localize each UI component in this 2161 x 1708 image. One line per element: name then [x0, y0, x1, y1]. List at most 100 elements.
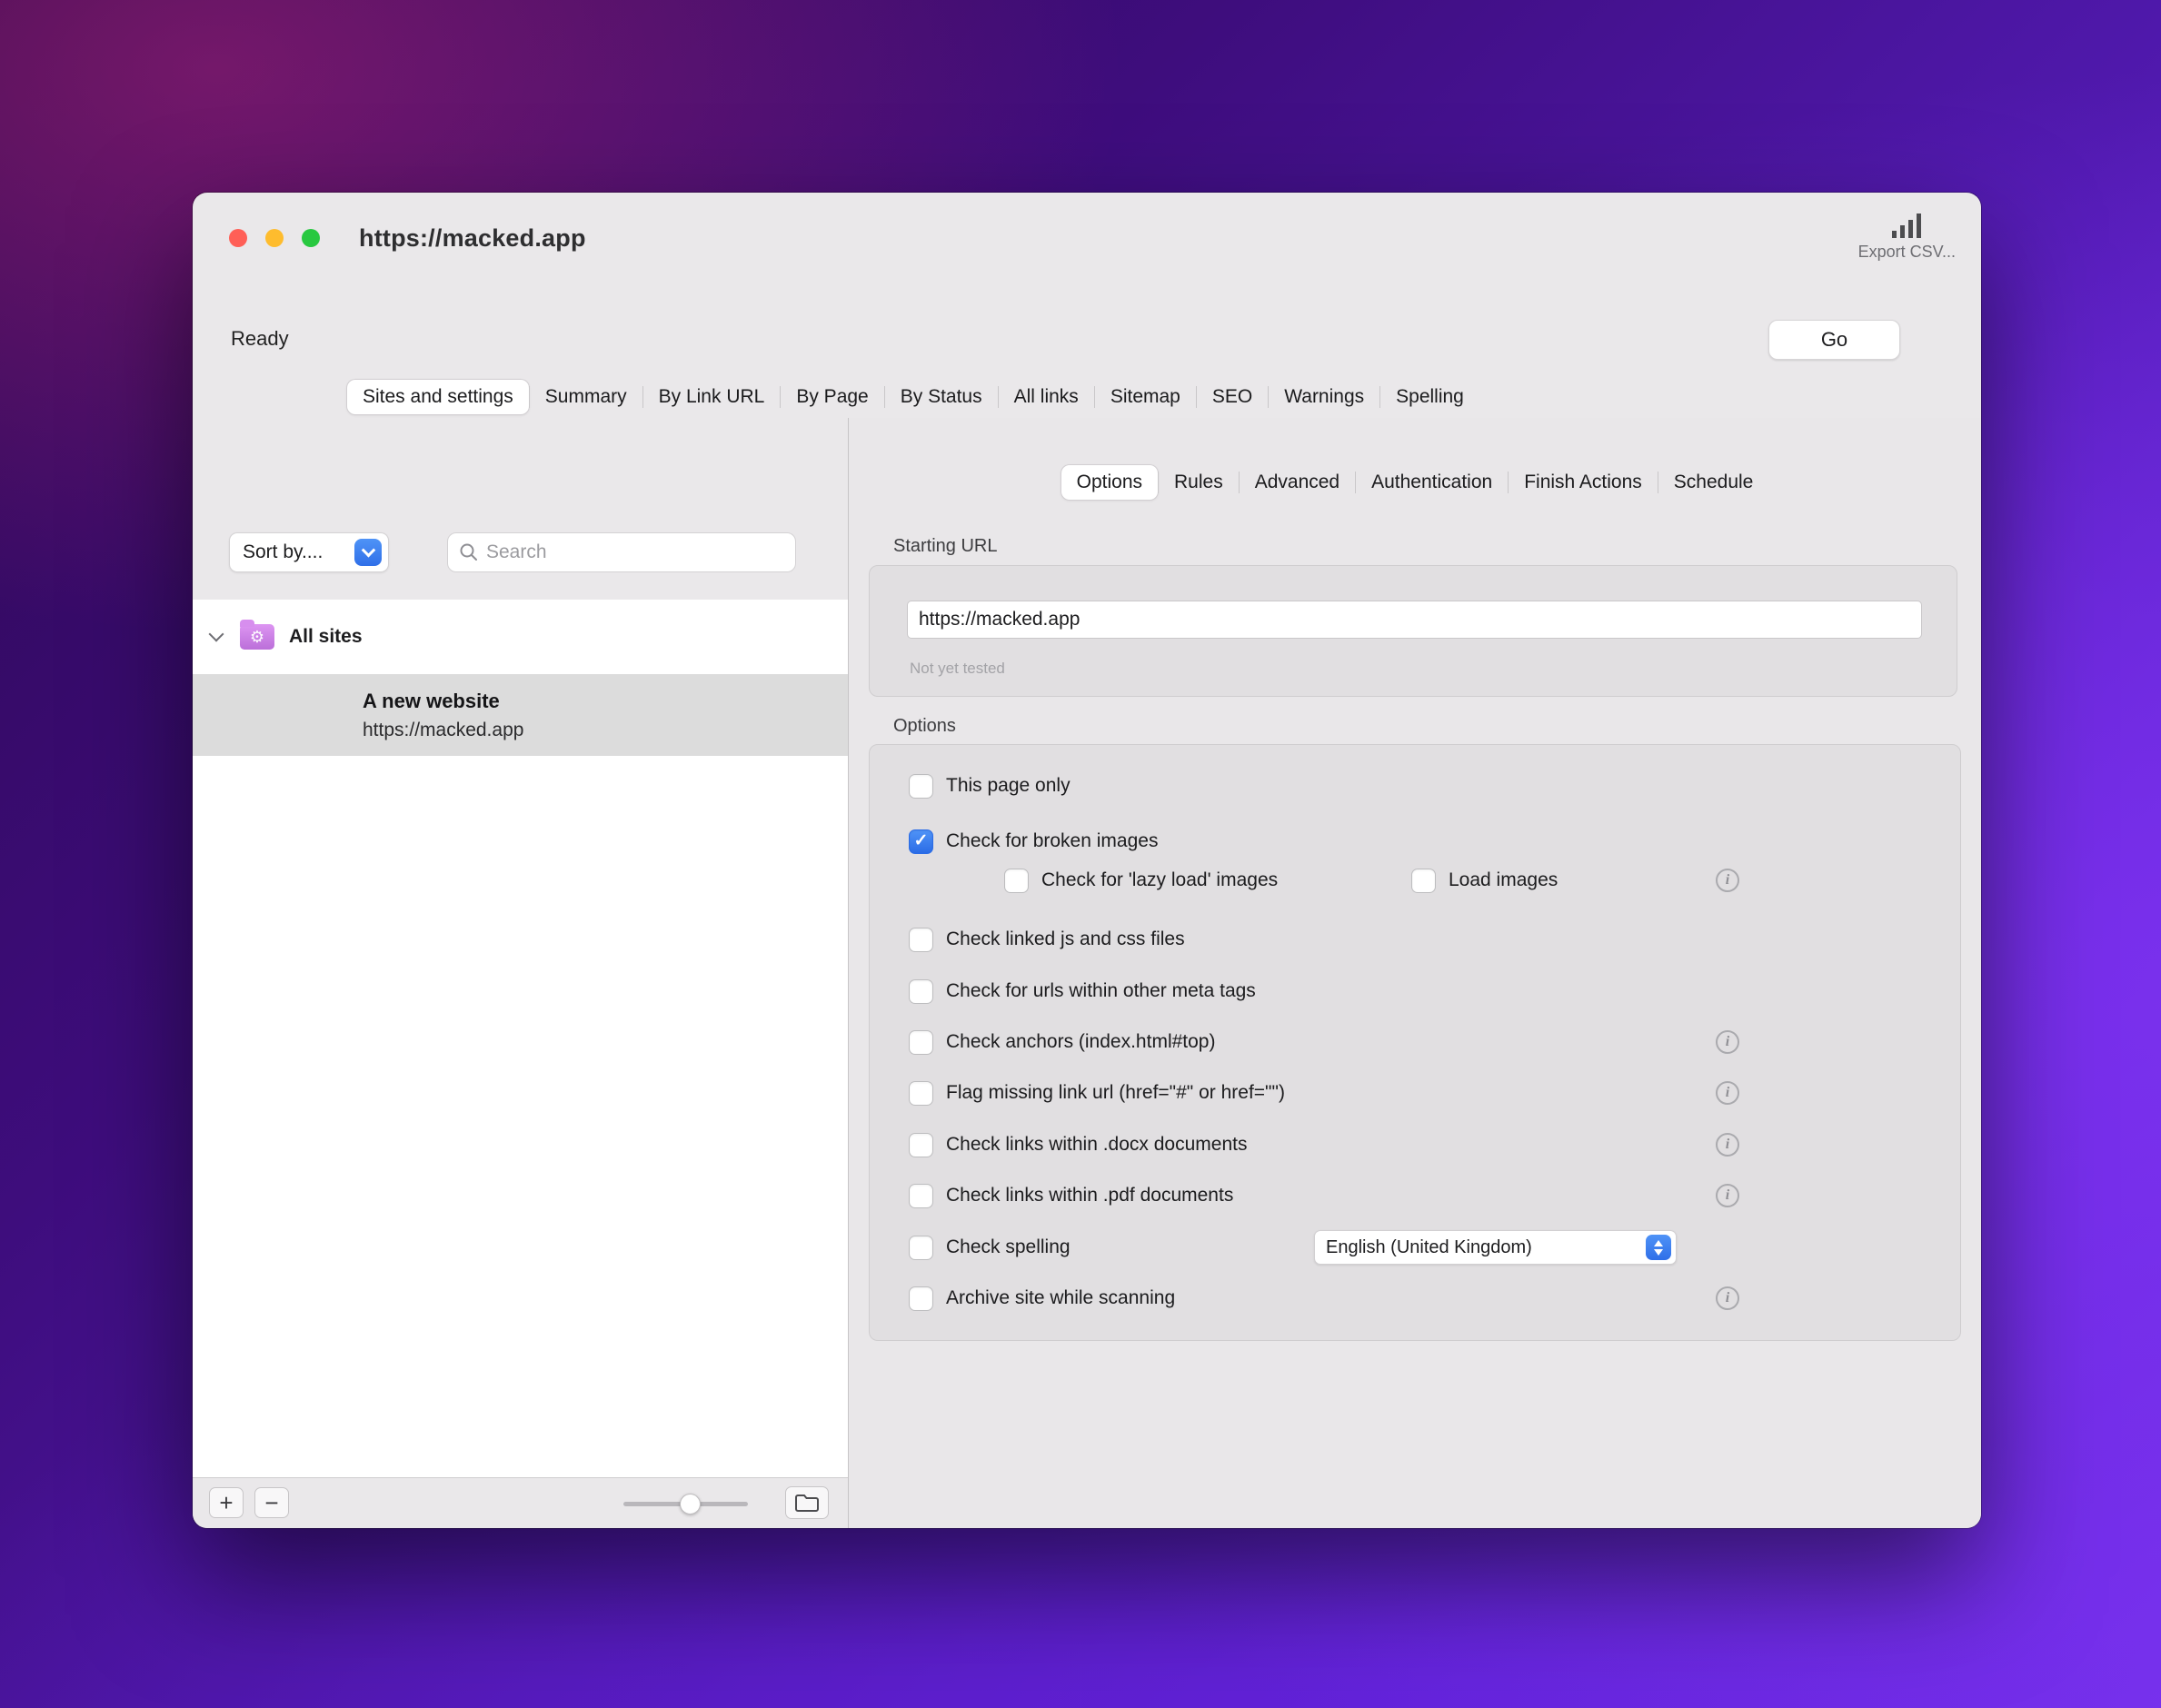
checkbox-this-page-only[interactable]: ✓: [909, 774, 933, 799]
checkbox-label: Check linked js and css files: [946, 928, 1185, 950]
site-url: https://macked.app: [363, 720, 848, 741]
sidebar-footer: + −: [193, 1477, 848, 1528]
export-csv-label: Export CSV...: [1858, 243, 1956, 262]
checkbox-meta-tags[interactable]: ✓: [909, 979, 933, 1004]
tab-seo[interactable]: SEO: [1197, 380, 1268, 414]
option-row: ✓ Flag missing link url (href="#" or hre…: [870, 1075, 1960, 1111]
tab-by-page[interactable]: By Page: [781, 380, 883, 414]
option-row: ✓ Check for urls within other meta tags: [870, 973, 1960, 1009]
option-row: ✓ Check links within .pdf documents i: [870, 1177, 1960, 1214]
checkbox-lazy-load-images[interactable]: ✓: [1004, 869, 1029, 893]
search-icon: [459, 542, 479, 562]
checkbox-linked-js-css[interactable]: ✓: [909, 928, 933, 952]
all-sites-row[interactable]: ⚙ All sites: [193, 600, 848, 674]
tab-finish-actions[interactable]: Finish Actions: [1509, 465, 1658, 500]
tab-schedule[interactable]: Schedule: [1658, 465, 1769, 500]
tab-rules[interactable]: Rules: [1159, 465, 1239, 500]
window-title: https://macked.app: [359, 224, 586, 253]
checkbox-check-spelling[interactable]: ✓: [909, 1236, 933, 1260]
checkbox-label: Check links within .docx documents: [946, 1134, 1247, 1156]
option-row: ✓ Archive site while scanning i: [870, 1280, 1960, 1316]
row-size-slider[interactable]: [623, 1502, 748, 1506]
options-section-label: Options: [893, 716, 956, 737]
checkbox-anchors[interactable]: ✓: [909, 1030, 933, 1055]
checkbox-docx-links[interactable]: ✓: [909, 1133, 933, 1157]
checkbox-label: Check for urls within other meta tags: [946, 980, 1256, 1002]
info-icon[interactable]: i: [1716, 1184, 1739, 1207]
checkbox-broken-images[interactable]: ✓: [909, 829, 933, 854]
status-text: Ready: [231, 327, 289, 351]
zoom-button[interactable]: [302, 229, 320, 247]
checkbox-label: Flag missing link url (href="#" or href=…: [946, 1082, 1285, 1104]
option-row: ✓ This page only: [870, 768, 1960, 804]
options-group: ✓ This page only ✓ Check for broken imag…: [869, 744, 1961, 1341]
starting-url-group: Not yet tested: [869, 565, 1957, 697]
info-icon[interactable]: i: [1716, 1286, 1739, 1310]
app-window: https://macked.app Export CSV... Ready G…: [193, 193, 1981, 1528]
slider-handle[interactable]: [680, 1494, 701, 1514]
all-sites-label: All sites: [289, 626, 363, 648]
option-row: ✓ Check links within .docx documents i: [870, 1127, 1960, 1163]
export-csv-button[interactable]: Export CSV...: [1858, 213, 1956, 262]
option-row: ✓ Check linked js and css files: [870, 921, 1960, 958]
main-tab-bar: Sites and settings Summary By Link URL B…: [347, 376, 1479, 418]
tab-by-link-url[interactable]: By Link URL: [643, 380, 781, 414]
checkbox-label: Archive site while scanning: [946, 1287, 1175, 1309]
info-icon[interactable]: i: [1716, 1081, 1739, 1105]
settings-panel: Options Rules Advanced Authentication Fi…: [849, 418, 1981, 1528]
go-button[interactable]: Go: [1768, 320, 1900, 360]
chevron-down-icon: [361, 542, 375, 557]
search-input[interactable]: [486, 541, 784, 563]
tab-sites-and-settings[interactable]: Sites and settings: [347, 380, 529, 414]
checkbox-pdf-links[interactable]: ✓: [909, 1184, 933, 1208]
new-folder-button[interactable]: [785, 1486, 829, 1519]
sort-dropdown-badge: [354, 539, 382, 566]
tab-authentication[interactable]: Authentication: [1356, 465, 1508, 500]
url-test-status: Not yet tested: [910, 660, 1005, 678]
tab-options[interactable]: Options: [1061, 465, 1158, 500]
option-row-sub: ✓ Check for 'lazy load' images ✓ Load im…: [870, 862, 1960, 899]
site-name: A new website: [363, 690, 848, 713]
popup-stepper-icon: [1646, 1235, 1671, 1260]
smart-folder-icon: ⚙: [240, 624, 274, 650]
remove-site-button[interactable]: −: [254, 1487, 289, 1518]
checkbox-label: Check for 'lazy load' images: [1041, 869, 1278, 891]
detail-tab-bar: Options Rules Advanced Authentication Fi…: [849, 465, 1981, 500]
tab-summary[interactable]: Summary: [530, 380, 642, 414]
folder-icon: [794, 1493, 820, 1513]
search-field[interactable]: [447, 532, 796, 572]
minimize-button[interactable]: [265, 229, 284, 247]
checkbox-missing-link-url[interactable]: ✓: [909, 1081, 933, 1106]
spelling-language-popup[interactable]: English (United Kingdom): [1314, 1230, 1677, 1265]
tab-sitemap[interactable]: Sitemap: [1095, 380, 1196, 414]
checkbox-label: Check links within .pdf documents: [946, 1185, 1233, 1207]
sites-list: ⚙ All sites A new website https://macked…: [193, 600, 848, 1477]
checkbox-archive-site[interactable]: ✓: [909, 1286, 933, 1311]
disclosure-chevron-icon[interactable]: [209, 627, 224, 642]
info-icon[interactable]: i: [1716, 1133, 1739, 1157]
info-icon[interactable]: i: [1716, 1030, 1739, 1054]
close-button[interactable]: [229, 229, 247, 247]
spelling-language-value: English (United Kingdom): [1326, 1237, 1532, 1258]
tab-spelling[interactable]: Spelling: [1380, 380, 1479, 414]
bar-chart-icon: [1892, 213, 1921, 238]
info-icon[interactable]: i: [1716, 869, 1739, 892]
checkbox-label: Check spelling: [946, 1236, 1071, 1258]
tab-warnings[interactable]: Warnings: [1269, 380, 1379, 414]
tab-all-links[interactable]: All links: [999, 380, 1094, 414]
option-row: ✓ Check anchors (index.html#top) i: [870, 1024, 1960, 1060]
checkbox-label: Check anchors (index.html#top): [946, 1031, 1215, 1053]
option-row: ✓ Check spelling English (United Kingdom…: [870, 1229, 1960, 1266]
checkbox-label: Check for broken images: [946, 830, 1158, 852]
checkbox-label: This page only: [946, 775, 1071, 797]
sort-by-button[interactable]: Sort by....: [229, 532, 389, 572]
starting-url-input[interactable]: [907, 601, 1922, 639]
checkbox-label: Load images: [1449, 869, 1558, 891]
tab-advanced[interactable]: Advanced: [1240, 465, 1355, 500]
add-site-button[interactable]: +: [209, 1487, 244, 1518]
option-row: ✓ Check for broken images: [870, 823, 1960, 859]
starting-url-label: Starting URL: [893, 536, 998, 557]
site-row-selected[interactable]: A new website https://macked.app: [193, 674, 848, 756]
checkbox-load-images[interactable]: ✓: [1411, 869, 1436, 893]
tab-by-status[interactable]: By Status: [885, 380, 998, 414]
